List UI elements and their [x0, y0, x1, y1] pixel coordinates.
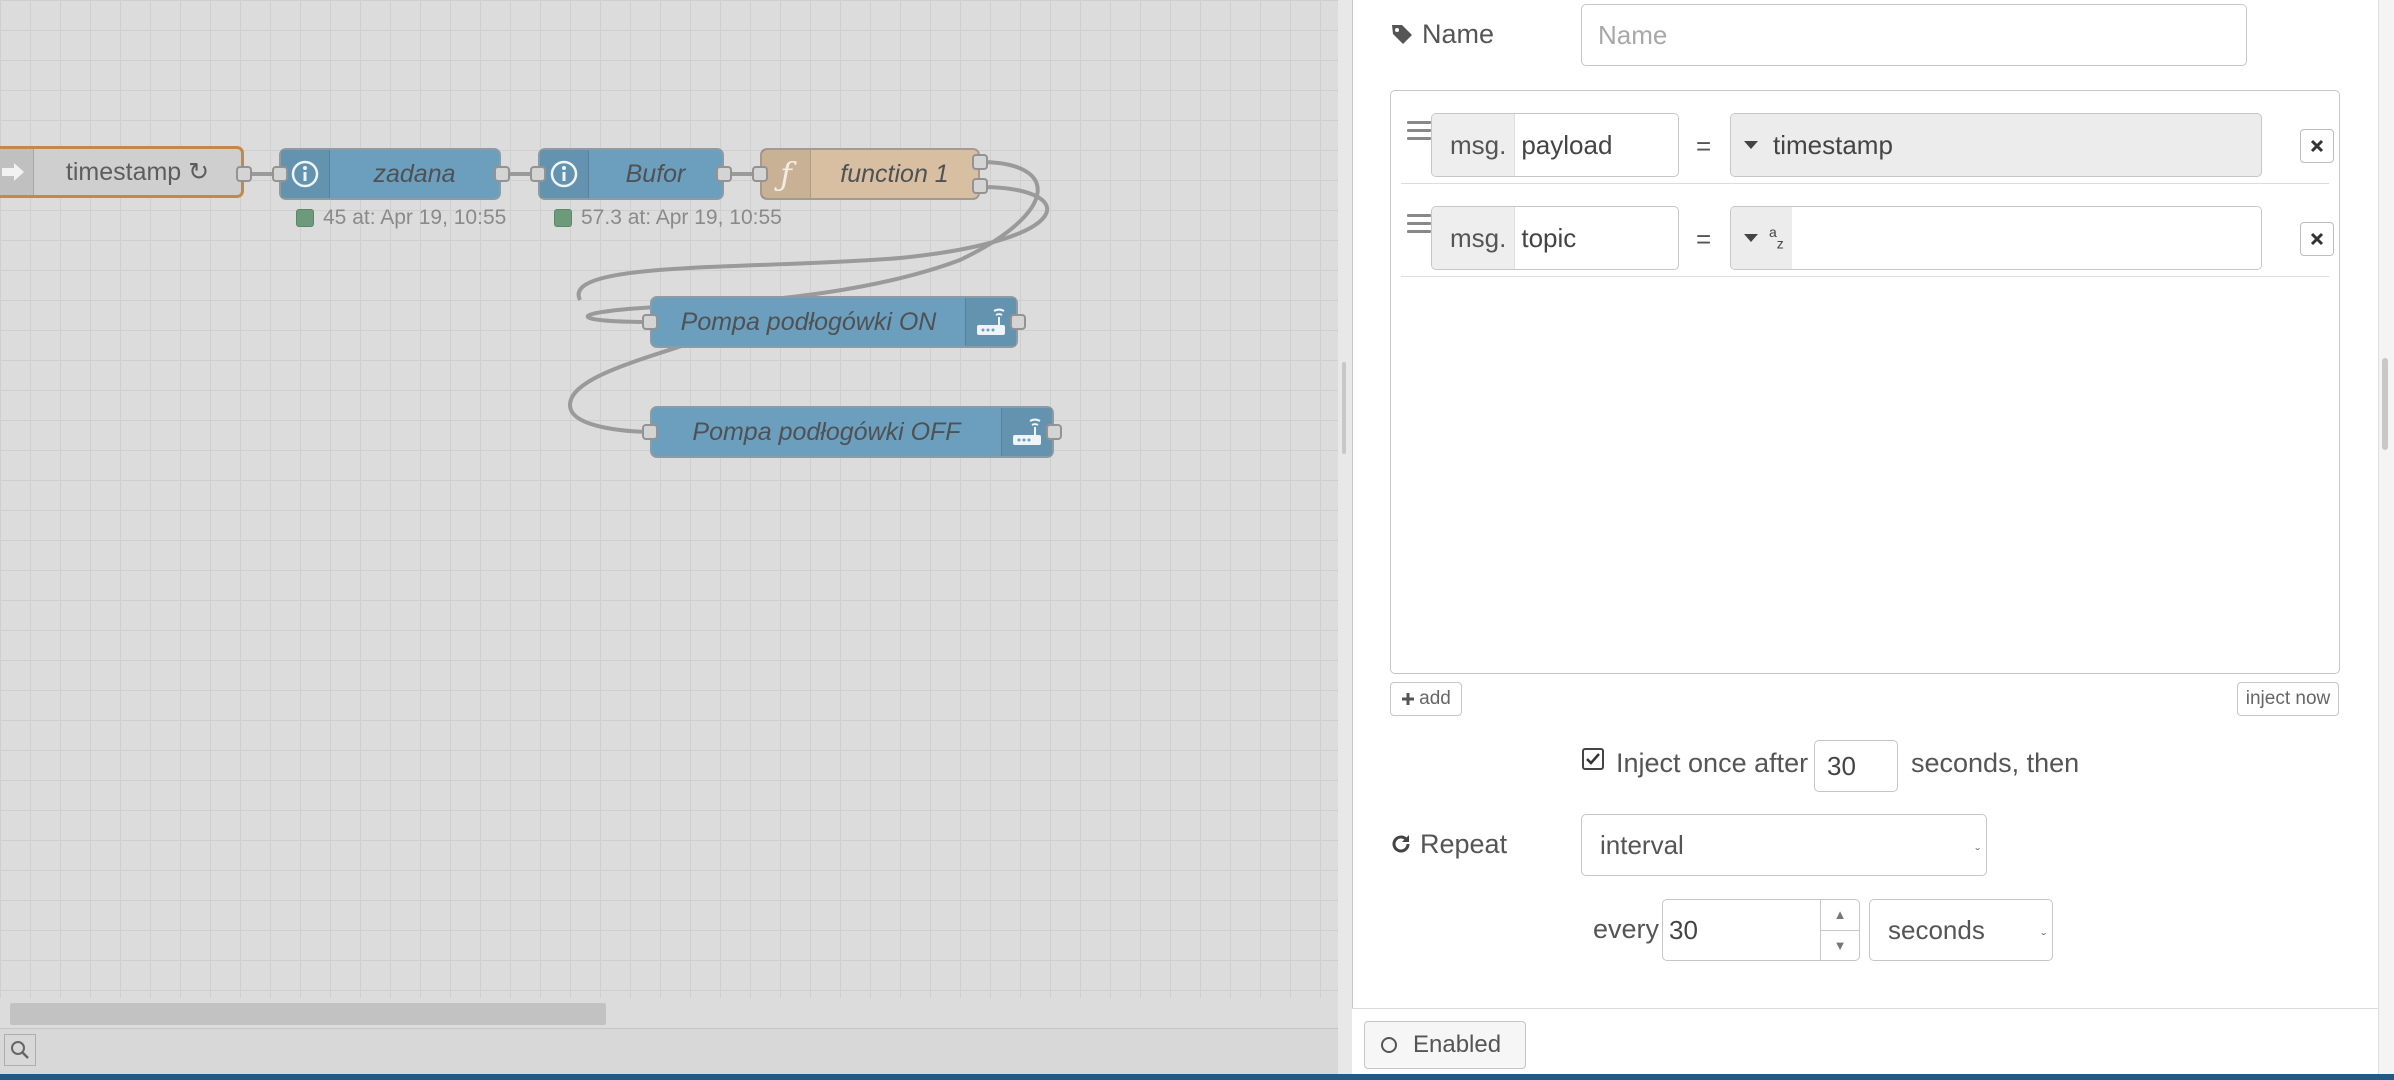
output-port-1[interactable] — [972, 154, 988, 170]
enabled-toggle-button[interactable]: Enabled — [1364, 1021, 1526, 1069]
remove-property-button[interactable] — [2300, 129, 2334, 163]
inject-arrow-icon — [0, 149, 34, 195]
property-row: msg. payload = timestamp — [1401, 91, 2334, 184]
property-value-type[interactable]: az — [1730, 206, 2262, 270]
node-label: Bufor — [625, 159, 686, 188]
search-icon — [11, 1041, 29, 1059]
interval-unit-select[interactable]: seconds ˇ — [1869, 899, 2053, 961]
circle-icon — [1381, 1037, 1397, 1053]
inject-node-timestamp[interactable]: timestamp ↻ — [0, 146, 244, 198]
add-property-button[interactable]: add — [1390, 682, 1462, 716]
repeat-mode-select[interactable]: interval ˇ — [1581, 814, 1987, 876]
inject-now-button[interactable]: inject now — [2237, 682, 2339, 716]
canvas-footer — [0, 1028, 1338, 1075]
node-label: timestamp ↻ — [65, 158, 210, 186]
router-icon — [965, 298, 1016, 346]
mqtt-node-pompa-on[interactable]: Pompa podłogówki ON — [650, 296, 1018, 348]
output-port[interactable] — [494, 166, 510, 182]
node-label: function 1 — [840, 159, 949, 188]
input-port[interactable] — [752, 166, 768, 182]
mqtt-node-pompa-off[interactable]: Pompa podłogówki OFF — [650, 406, 1054, 458]
property-name[interactable]: payload — [1515, 114, 1612, 176]
status-dot — [296, 209, 314, 227]
debug-node-bufor[interactable]: Bufor — [538, 148, 724, 200]
function-node[interactable]: ƒ function 1 — [760, 148, 980, 200]
property-name-field[interactable]: msg. payload — [1431, 113, 1679, 177]
tray-scrollbar-thumb[interactable] — [2382, 358, 2388, 450]
inject-once-suffix: seconds, then — [1911, 748, 2080, 778]
repeat-icon — [1392, 835, 1410, 853]
output-port[interactable] — [236, 166, 252, 182]
bottom-status-bar — [0, 1074, 2394, 1080]
drag-handle-icon[interactable] — [1407, 214, 1431, 233]
msg-prefix: msg. — [1432, 114, 1516, 176]
every-label: every — [1593, 914, 1660, 944]
info-icon — [281, 150, 330, 198]
horizontal-scrollbar-thumb[interactable] — [10, 1003, 606, 1025]
property-row: msg. topic = az — [1401, 184, 2334, 277]
type-dropdown[interactable]: az — [1731, 207, 1792, 269]
chevron-down-icon: ˇ — [2041, 930, 2046, 946]
plus-icon — [1402, 693, 1415, 705]
chevron-down-icon: ˇ — [1975, 845, 1980, 861]
output-port[interactable] — [1010, 314, 1026, 330]
wire — [576, 185, 1050, 301]
debug-node-zadana[interactable]: zadana — [279, 148, 501, 200]
output-port[interactable] — [716, 166, 732, 182]
drag-handle-icon[interactable] — [1407, 121, 1431, 140]
search-button[interactable] — [4, 1034, 36, 1066]
string-type-icon: az — [1769, 224, 1784, 252]
input-port[interactable] — [530, 166, 546, 182]
node-label: Pompa podłogówki ON — [680, 307, 937, 336]
type-dropdown[interactable] — [1731, 114, 1767, 176]
input-port[interactable] — [272, 166, 288, 182]
inject-once-checkbox[interactable] — [1582, 748, 1604, 770]
input-port[interactable] — [642, 424, 658, 440]
type-value: timestamp — [1773, 129, 1893, 160]
tag-icon — [1392, 25, 1412, 44]
caret-down-icon — [1744, 234, 1758, 242]
node-label: zadana — [373, 159, 456, 188]
info-icon — [540, 150, 589, 198]
msg-prefix: msg. — [1432, 207, 1516, 269]
decrement-arrow-icon[interactable]: ▼ — [1821, 931, 1859, 961]
type-value[interactable] — [1791, 207, 2261, 269]
name-label: Name — [1390, 16, 1494, 52]
flow-canvas[interactable]: timestamp ↻ zadana 45 at: Apr 19, 10:55 … — [0, 0, 1338, 1028]
close-icon — [2310, 232, 2324, 246]
inject-once-label: Inject once after — [1616, 748, 1809, 778]
property-name[interactable]: topic — [1515, 207, 1576, 269]
remove-property-button[interactable] — [2300, 222, 2334, 256]
interval-spinner[interactable]: 30 ▲ ▼ — [1662, 899, 1860, 961]
properties-list: msg. payload = timestamp msg. topic = az — [1390, 90, 2340, 674]
close-icon — [2310, 139, 2324, 153]
property-name-field[interactable]: msg. topic — [1431, 206, 1679, 270]
caret-down-icon — [1744, 141, 1758, 149]
node-status: 45 at: Apr 19, 10:55 — [296, 206, 506, 230]
property-value-type[interactable]: timestamp — [1730, 113, 2262, 177]
equals-sign: = — [1696, 131, 1712, 161]
splitter-handle[interactable] — [1342, 362, 1346, 454]
status-dot — [554, 209, 572, 227]
inject-once-delay-input[interactable] — [1814, 740, 1898, 792]
output-port[interactable] — [1046, 424, 1062, 440]
tray-scrollbar[interactable] — [2378, 0, 2394, 1074]
input-port[interactable] — [642, 314, 658, 330]
repeat-label: Repeat — [1390, 826, 1507, 862]
equals-sign: = — [1696, 224, 1712, 254]
output-port-2[interactable] — [972, 178, 988, 194]
name-input[interactable] — [1581, 4, 2247, 66]
check-icon — [1586, 753, 1600, 765]
panel-splitter[interactable] — [1338, 0, 1352, 1074]
interval-value[interactable]: 30 — [1663, 900, 1820, 960]
increment-arrow-icon[interactable]: ▲ — [1821, 900, 1859, 931]
function-icon: ƒ — [762, 150, 811, 198]
node-status: 57.3 at: Apr 19, 10:55 — [554, 206, 782, 230]
node-label: Pompa podłogówki OFF — [692, 417, 961, 446]
router-icon — [1001, 408, 1052, 456]
